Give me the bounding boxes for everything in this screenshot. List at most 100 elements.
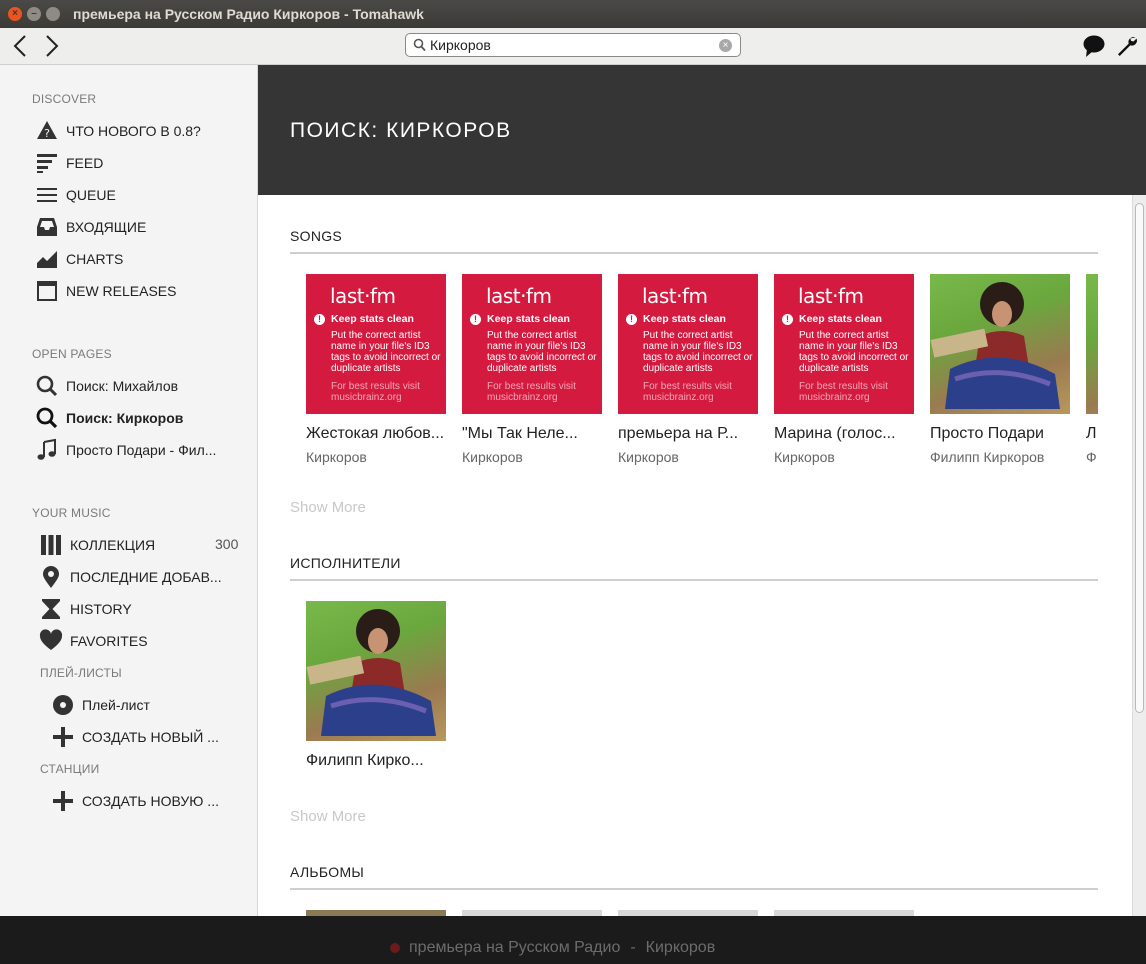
song-title: Л <box>1086 425 1097 442</box>
songs-show-more-link[interactable]: Show More <box>290 499 366 516</box>
song-title: Жестокая любов... <box>306 425 445 442</box>
song-artist[interactable]: Киркоров <box>306 449 446 465</box>
scrollbar-thumb[interactable] <box>1135 203 1144 713</box>
wrench-icon <box>1118 37 1137 56</box>
lastfm-body: Put the correct artist name in your file… <box>487 330 597 374</box>
lastfm-logo: last·fm <box>642 284 708 308</box>
settings-button[interactable] <box>1115 34 1139 63</box>
window-close-button[interactable]: × <box>8 7 22 21</box>
song-card[interactable]: last·fm ! Keep stats clean Put the correc… <box>618 274 758 465</box>
sidebar-item-label: ВХОДЯЩИЕ <box>66 219 147 235</box>
sidebar-item-charts[interactable]: CHARTS <box>34 245 123 273</box>
sidebar-item-search-mikhailov[interactable]: Поиск: Михайлов <box>34 372 178 400</box>
your-music-section-title: YOUR MUSIC <box>32 506 111 520</box>
song-title: "Мы Так Неле... <box>462 425 578 442</box>
song-artist[interactable]: Филипп Киркоров <box>930 449 1070 465</box>
song-card[interactable]: last·fm ! Keep stats clean Put the correc… <box>462 274 602 465</box>
lastfm-logo: last·fm <box>486 284 552 308</box>
forward-button[interactable] <box>40 33 64 59</box>
heart-icon <box>38 629 64 653</box>
sidebar-item-history[interactable]: HISTORY <box>38 595 132 623</box>
sidebar-item-label: NEW RELEASES <box>66 283 177 299</box>
inbox-icon <box>34 215 60 239</box>
albums-section-title: АЛЬБОМЫ <box>290 864 365 880</box>
sidebar-item-inbox[interactable]: ВХОДЯЩИЕ <box>34 213 146 241</box>
new-releases-icon <box>34 279 60 303</box>
sidebar-item-track-page[interactable]: Просто Подари - Фил... <box>34 436 216 464</box>
create-playlist-button[interactable]: СОЗДАТЬ НОВЫЙ ... <box>50 723 219 751</box>
charts-icon <box>34 247 60 271</box>
lastfm-placeholder-cover: last·fm ! Keep stats clean Put the correc… <box>306 274 446 414</box>
sidebar-item-label: Поиск: Киркоров <box>66 410 184 426</box>
lastfm-logo: last·fm <box>330 284 396 308</box>
artist-photo-icon <box>306 609 436 736</box>
now-playing[interactable]: премьера на Русском Радио - Киркоров <box>390 939 715 957</box>
chat-button[interactable] <box>1082 34 1106 63</box>
artist-card[interactable]: Филипп Кирко... <box>306 601 446 770</box>
clear-search-icon[interactable]: × <box>719 39 732 52</box>
lastfm-body: Put the correct artist name in your file… <box>643 330 753 374</box>
song-card[interactable]: Просто Подари Филипп Киркоров <box>930 274 1070 465</box>
sidebar-item-feed[interactable]: FEED <box>34 149 103 177</box>
page-header: ПОИСК: КИРКОРОВ <box>258 65 1146 195</box>
sidebar-item-label: CHARTS <box>66 251 124 267</box>
sidebar-item-search-kirkorov[interactable]: Поиск: Киркоров <box>34 404 183 432</box>
hourglass-icon <box>38 597 64 621</box>
plus-icon <box>50 789 76 813</box>
lastfm-logo: last·fm <box>798 284 864 308</box>
song-artist[interactable]: Киркоров <box>462 449 602 465</box>
discover-section-title: DISCOVER <box>32 92 97 106</box>
title-bar: × – премьера на Русском Радио Киркоров -… <box>0 0 1146 28</box>
toolbar: × <box>0 28 1146 65</box>
open-pages-section-title: OPEN PAGES <box>32 347 112 361</box>
song-card[interactable]: last·fm ! Keep stats clean Put the correc… <box>306 274 446 465</box>
sidebar-item-label: КОЛЛЕКЦИЯ <box>70 537 156 553</box>
sidebar-item-label: FEED <box>66 155 104 171</box>
lastfm-body: Put the correct artist name in your file… <box>331 330 441 374</box>
sidebar-item-favorites[interactable]: FAVORITES <box>38 627 148 655</box>
search-input[interactable] <box>430 36 710 54</box>
song-title: премьера на Р... <box>618 425 739 442</box>
lastfm-body: Put the correct artist name in your file… <box>799 330 909 374</box>
back-button[interactable] <box>8 33 32 59</box>
sidebar-item-queue[interactable]: QUEUE <box>34 181 116 209</box>
song-title: Просто Подари <box>930 425 1044 442</box>
sidebar: DISCOVER ? ЧТО НОВОГО В 0.8? FEED QUEUE … <box>0 65 258 916</box>
create-station-button[interactable]: СОЗДАТЬ НОВУЮ ... <box>50 787 219 815</box>
artists-show-more-link[interactable]: Show More <box>290 808 366 825</box>
song-card[interactable]: Л Ф <box>1086 274 1098 465</box>
sidebar-item-new-releases[interactable]: NEW RELEASES <box>34 277 176 305</box>
scrollbar[interactable] <box>1132 195 1146 916</box>
music-note-icon <box>34 438 60 462</box>
sidebar-item-label: Поиск: Михайлов <box>66 378 179 394</box>
songs-section-header: SONGS <box>290 228 1098 254</box>
song-card[interactable]: last·fm ! Keep stats clean Put the correc… <box>774 274 914 465</box>
song-artist[interactable]: Киркоров <box>774 449 914 465</box>
search-box[interactable]: × <box>405 33 741 57</box>
artist-photo-icon <box>930 282 1060 409</box>
window-minimize-button[interactable]: – <box>27 7 41 21</box>
song-artist[interactable]: Ф <box>1086 449 1098 465</box>
albums-section-header: АЛЬБОМЫ <box>290 864 1098 890</box>
sidebar-item-whats-new[interactable]: ? ЧТО НОВОГО В 0.8? <box>34 117 201 145</box>
now-playing-artist: Киркоров <box>645 939 716 956</box>
artists-section-header: ИСПОЛНИТЕЛИ <box>290 555 1098 581</box>
location-pin-icon <box>38 565 64 589</box>
sidebar-item-playlist[interactable]: Плей-лист <box>50 691 150 719</box>
lastfm-heading: Keep stats clean <box>799 313 882 325</box>
album-cover-photo <box>1086 274 1098 414</box>
player-bar: премьера на Русском Радио - Киркоров <box>0 916 1146 964</box>
sidebar-item-collection[interactable]: КОЛЛЕКЦИЯ <box>38 531 155 559</box>
lastfm-heading: Keep stats clean <box>331 313 414 325</box>
collection-icon <box>38 533 64 557</box>
sidebar-item-label: Просто Подари - Фил... <box>66 442 217 458</box>
song-artist[interactable]: Киркоров <box>618 449 758 465</box>
search-results-page: ПОИСК: КИРКОРОВ SONGS last·fm ! Keep stat… <box>258 65 1146 916</box>
sidebar-item-recently-added[interactable]: ПОСЛЕДНИЕ ДОБАВ... <box>38 563 222 591</box>
sidebar-item-label: СОЗДАТЬ НОВЫЙ ... <box>82 729 219 745</box>
song-title: Марина (голос... <box>774 425 896 442</box>
playlist-disc-icon <box>50 693 76 717</box>
sidebar-item-label: ЧТО НОВОГО В 0.8? <box>66 123 201 139</box>
search-icon <box>413 38 426 52</box>
window-maximize-button[interactable] <box>46 7 60 21</box>
